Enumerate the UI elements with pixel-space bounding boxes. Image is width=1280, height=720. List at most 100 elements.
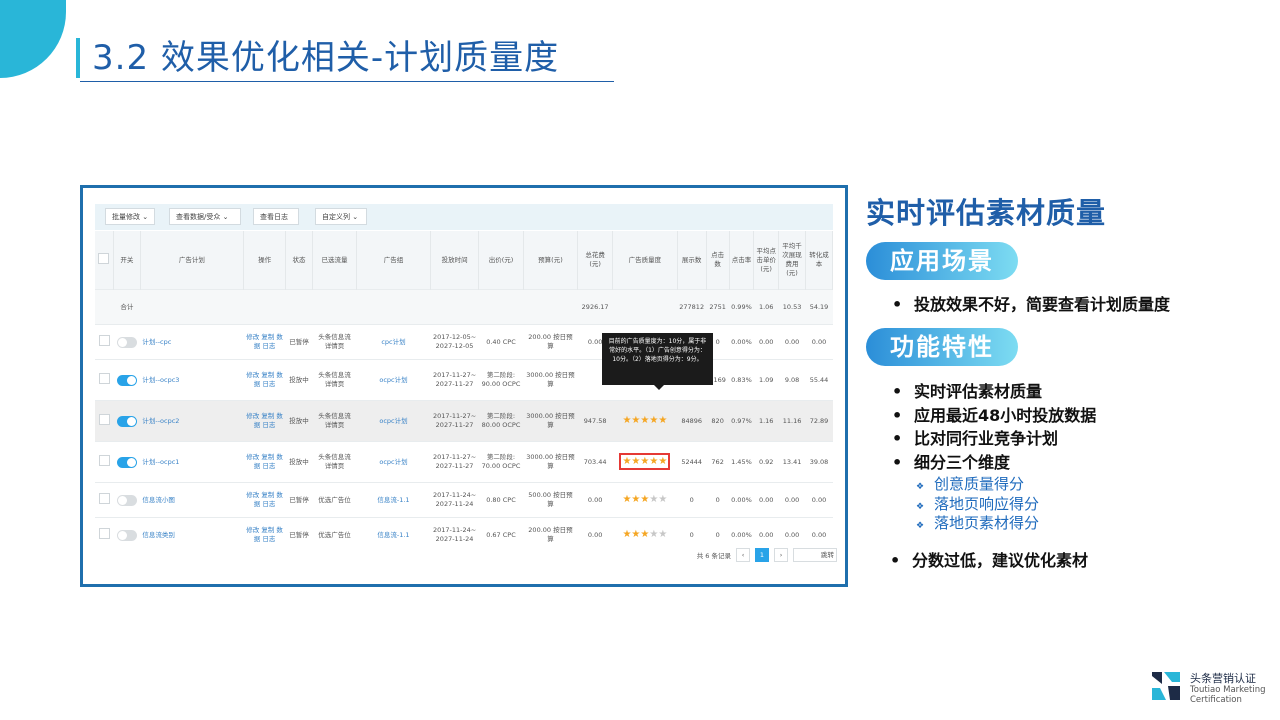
plan-cost: 703.44 xyxy=(577,441,613,483)
jump-input[interactable]: 跳转 xyxy=(793,548,837,562)
plan-impressions: 84896 xyxy=(677,400,707,442)
feature-pill: 功能特性 xyxy=(866,328,1018,366)
star-icon: ★ xyxy=(640,529,650,540)
page-1-button[interactable]: 1 xyxy=(755,548,769,562)
diamond-icon: ❖ xyxy=(916,502,925,512)
row-checkbox[interactable] xyxy=(98,493,110,504)
plan-cpm: 0.00 xyxy=(778,324,806,360)
select-all-checkbox[interactable] xyxy=(98,253,110,264)
plan-group-link[interactable]: ocpc计划 xyxy=(356,359,431,401)
feature-title: 实时评估素材质量 xyxy=(866,196,1107,230)
plan-group-link[interactable]: 信息流-1.1 xyxy=(356,482,431,518)
scene-pill: 应用场景 xyxy=(866,242,1018,280)
plan-name-link[interactable]: 计划--ocpc2 xyxy=(140,400,244,442)
total-cost: 2926.17 xyxy=(577,289,613,325)
star-icon: ★ xyxy=(649,415,659,426)
checkbox-cell xyxy=(95,517,114,552)
col-header: 广告组 xyxy=(356,231,431,290)
plan-time: 2017-11-27~ 2027-11-27 xyxy=(430,400,479,442)
checkbox-cell xyxy=(95,482,114,518)
plan-name-link[interactable]: 计划--ocpc3 xyxy=(140,359,244,401)
plan-toggle[interactable] xyxy=(116,336,137,348)
batch-edit-button[interactable]: 批量修改 ⌄ xyxy=(105,208,155,225)
plan-ops-links[interactable]: 修改 复制 数据 日志 xyxy=(243,441,286,483)
star-icon: ★ xyxy=(658,415,668,426)
plan-name-link[interactable]: 信息流小图 xyxy=(140,482,244,518)
row-checkbox[interactable] xyxy=(98,335,110,346)
advice-bullet: • 分数过低，建议优化素材 xyxy=(890,551,1089,570)
next-page-button[interactable]: › xyxy=(774,548,788,562)
plan-cpa: 0.00 xyxy=(805,482,833,518)
col-header: 总花费(元) xyxy=(577,231,614,290)
plan-ctr: 1.45% xyxy=(729,441,754,483)
col-header: 转化成本 xyxy=(805,231,833,290)
plan-cpc: 0.00 xyxy=(753,517,779,552)
star-icon: ★ xyxy=(658,494,668,505)
plan-toggle[interactable] xyxy=(116,415,137,427)
total-row: 合计 2926.17 277812 2751 0.99% 1.06 10.53 … xyxy=(95,289,833,325)
plan-cpa: 0.00 xyxy=(805,324,833,360)
plan-name-link[interactable]: 计划--ocpc1 xyxy=(140,441,244,483)
prev-page-button[interactable]: ‹ xyxy=(736,548,750,562)
plan-group-link[interactable]: ocpc计划 xyxy=(356,441,431,483)
plan-cpm: 13.41 xyxy=(778,441,806,483)
row-checkbox[interactable] xyxy=(98,455,110,466)
view-log-button[interactable]: 查看日志 xyxy=(253,208,299,225)
plan-ctr: 0.00% xyxy=(729,482,754,518)
plan-bid: 0.67 CPC xyxy=(478,517,524,552)
star-icon: ★ xyxy=(658,529,668,540)
star-icon: ★ xyxy=(640,456,650,467)
plan-budget: 500.00 按日预算 xyxy=(523,482,578,518)
pagination: 共 6 条记录 ‹ 1 › 跳转 xyxy=(697,548,837,562)
plan-cpm: 11.16 xyxy=(778,400,806,442)
plan-cost: 947.58 xyxy=(577,400,613,442)
logo-en-text: Toutiao Marketing Certification xyxy=(1190,685,1266,705)
plan-ctr: 0.00% xyxy=(729,324,754,360)
plan-time: 2017-11-24~ 2027-11-24 xyxy=(430,482,479,518)
plan-traffic: 头条信息流 详情页 xyxy=(312,324,357,360)
checkbox-cell xyxy=(95,359,114,401)
plan-ops-links[interactable]: 修改 复制 数据 日志 xyxy=(243,517,286,552)
plan-traffic: 优选广告位 xyxy=(312,482,357,518)
plan-cpa: 0.00 xyxy=(805,517,833,552)
plan-toggle[interactable] xyxy=(116,494,137,506)
total-cpm: 10.53 xyxy=(778,289,806,325)
plan-budget: 200.00 按日预算 xyxy=(523,324,578,360)
plan-group-link[interactable]: cpc计划 xyxy=(356,324,431,360)
custom-columns-button[interactable]: 自定义列 ⌄ xyxy=(315,208,367,225)
checkbox-cell xyxy=(95,324,114,360)
plan-toggle[interactable] xyxy=(116,374,137,386)
plan-ops-links[interactable]: 修改 复制 数据 日志 xyxy=(243,359,286,401)
plan-name-link[interactable]: 信息流类别 xyxy=(140,517,244,552)
table-header: 开关 广告计划 操作 状态 已选流量 广告组 投放时间 出价(元) 预算(元) … xyxy=(95,231,833,290)
plan-bid: 第二阶段: 80.00 OCPC xyxy=(478,400,524,442)
total-label: 合计 xyxy=(113,289,141,325)
plan-toggle[interactable] xyxy=(116,456,137,468)
plan-toggle[interactable] xyxy=(116,529,137,541)
plan-ops-links[interactable]: 修改 复制 数据 日志 xyxy=(243,400,286,442)
title-accent-bar xyxy=(76,38,80,78)
plan-ops-links[interactable]: 修改 复制 数据 日志 xyxy=(243,482,286,518)
logo-cn-text: 头条营销认证 xyxy=(1190,672,1256,685)
plan-traffic: 头条信息流 详情页 xyxy=(312,441,357,483)
feature-bullet: • 细分三个维度 xyxy=(892,453,1011,472)
view-data-button[interactable]: 查看数据/受众 ⌄ xyxy=(169,208,241,225)
quality-stars: ★★★★★ xyxy=(612,400,678,442)
plan-name-link[interactable]: 计划--cpc xyxy=(140,324,244,360)
corner-decoration xyxy=(0,0,66,78)
star-icon: ★ xyxy=(640,415,650,426)
plan-group-link[interactable]: 信息流-1.1 xyxy=(356,517,431,552)
star-icon: ★ xyxy=(649,494,659,505)
quality-tooltip: 目前的广告质量度为：10分，属于非常好的水平。（1）广告创意得分为：10分。（2… xyxy=(602,333,713,390)
plan-bid: 第二阶段: 70.00 OCPC xyxy=(478,441,524,483)
col-header: 点击数 xyxy=(706,231,730,290)
col-header: 平均千次展现费用(元) xyxy=(778,231,806,290)
plan-ops-links[interactable]: 修改 复制 数据 日志 xyxy=(243,324,286,360)
table-row: 信息流类别 修改 复制 数据 日志 已暂停 优选广告位 信息流-1.1 2017-11-2… xyxy=(95,517,833,552)
row-checkbox[interactable] xyxy=(98,414,110,425)
row-checkbox[interactable] xyxy=(98,373,110,384)
toggle-cell xyxy=(113,482,141,518)
row-checkbox[interactable] xyxy=(98,528,110,539)
plan-time: 2017-12-05~ 2027-12-05 xyxy=(430,324,479,360)
plan-group-link[interactable]: ocpc计划 xyxy=(356,400,431,442)
